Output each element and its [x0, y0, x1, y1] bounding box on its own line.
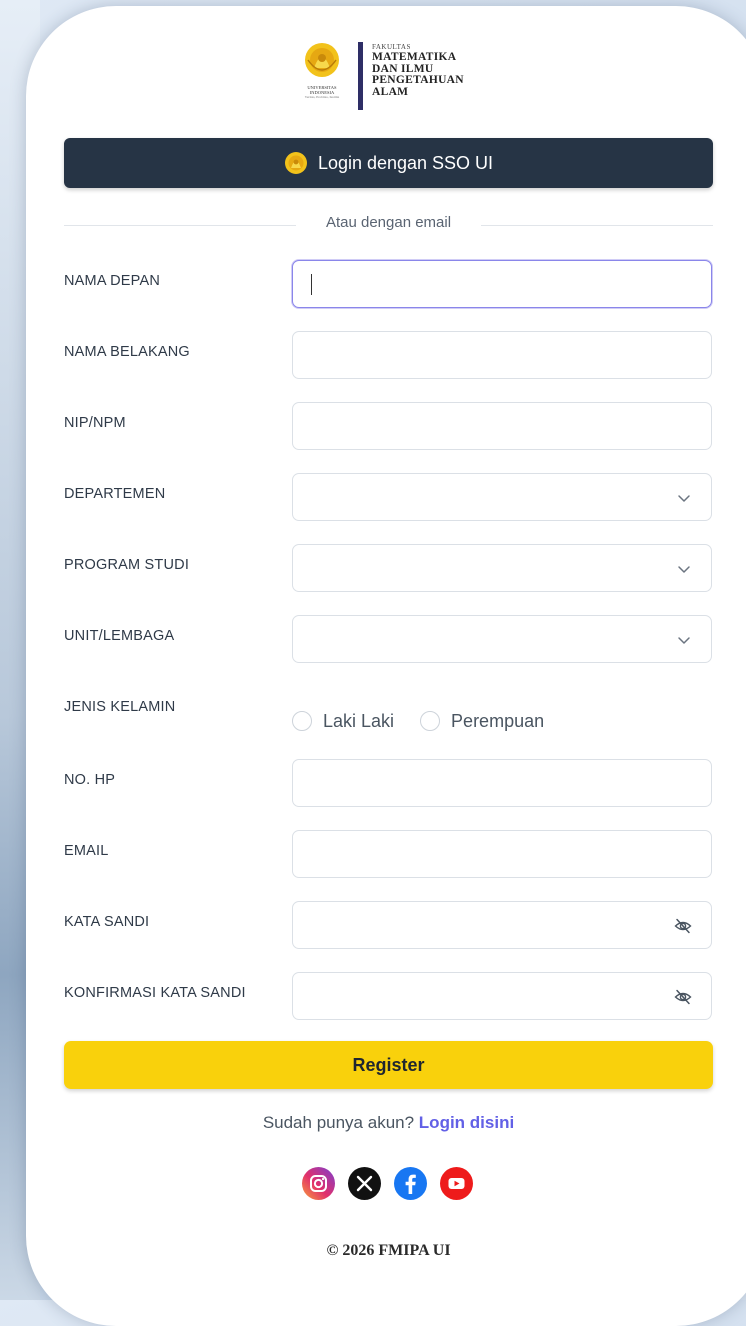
unit-select[interactable] [292, 615, 712, 663]
department-select[interactable] [292, 473, 712, 521]
gender-radio-female[interactable]: Perempuan [420, 711, 544, 732]
first-name-input[interactable] [292, 260, 712, 308]
makara-emblem-icon [305, 43, 339, 77]
chevron-down-icon [678, 566, 690, 573]
x-link[interactable] [348, 1167, 381, 1200]
login-prompt: Sudah punya akun? Login disini [64, 1113, 713, 1133]
password-input[interactable] [292, 901, 712, 949]
instagram-link[interactable] [302, 1167, 335, 1200]
youtube-icon [440, 1167, 473, 1200]
youtube-link[interactable] [440, 1167, 473, 1200]
text-caret [311, 274, 312, 295]
logo-divider [358, 42, 363, 110]
x-icon [348, 1167, 381, 1200]
last-name-input[interactable] [292, 331, 712, 379]
last-name-label: NAMA BELAKANG [64, 344, 190, 360]
radio-circle[interactable] [292, 711, 312, 731]
register-label: Register [352, 1054, 425, 1075]
department-label: DEPARTEMEN [64, 486, 166, 502]
emblem-caption: UNIVERSITAS INDONESIA Veritas, Probitas,… [300, 85, 344, 100]
faculty-label: FAKULTAS [372, 43, 411, 51]
register-button[interactable]: Register [64, 1041, 713, 1089]
chevron-down-icon [678, 495, 690, 502]
sso-login-button[interactable]: Login dengan SSO UI [64, 138, 713, 188]
unit-label: UNIT/LEMBAGA [64, 628, 175, 644]
facebook-link[interactable] [394, 1167, 427, 1200]
instagram-icon [302, 1167, 335, 1200]
gender-option-label: Perempuan [451, 710, 545, 731]
makara-emblem-icon [284, 152, 307, 174]
study-program-label: PROGRAM STUDI [64, 557, 190, 573]
gender-option-label: Laki Laki [323, 710, 395, 731]
email-input[interactable] [292, 830, 712, 878]
faculty-name: MATEMATIKA DAN ILMU PENGETAHUAN ALAM [372, 51, 464, 98]
email-label: EMAIL [64, 843, 109, 859]
eye-off-icon[interactable] [673, 916, 693, 936]
eye-off-icon[interactable] [673, 987, 693, 1007]
divider-line-left [64, 225, 296, 226]
fmipa-logo: UNIVERSITAS INDONESIA Veritas, Probitas,… [300, 40, 500, 112]
social-links [302, 1167, 486, 1201]
login-prompt-text: Sudah punya akun? [262, 1113, 415, 1132]
chevron-down-icon [678, 637, 690, 644]
radio-circle[interactable] [420, 711, 441, 731]
divider-line-right [481, 225, 713, 226]
nip-npm-input[interactable] [292, 402, 712, 450]
copyright-text: © 2026 FMIPA UI [326, 1242, 451, 1259]
gender-label: JENIS KELAMIN [64, 699, 176, 715]
study-program-select[interactable] [292, 544, 712, 592]
nip-npm-label: NIP/NPM [64, 415, 126, 431]
facebook-icon [394, 1167, 427, 1200]
gender-radio-male[interactable]: Laki Laki [292, 711, 394, 732]
emblem-motto: Veritas, Probitas, Iustitia [304, 95, 340, 99]
phone-label: NO. HP [64, 772, 116, 788]
login-link[interactable]: Login disini [419, 1113, 514, 1132]
password-confirm-input[interactable] [292, 972, 712, 1020]
first-name-label: NAMA DEPAN [64, 273, 161, 289]
password-confirm-label: KONFIRMASI KATA SANDI [64, 985, 246, 1001]
gender-radio-group: Laki Laki Perempuan [292, 707, 570, 735]
password-label: KATA SANDI [64, 914, 150, 930]
phone-input[interactable] [292, 759, 712, 807]
sso-login-label: Login dengan SSO UI [317, 152, 494, 173]
divider-text: Atau dengan email [325, 214, 452, 231]
